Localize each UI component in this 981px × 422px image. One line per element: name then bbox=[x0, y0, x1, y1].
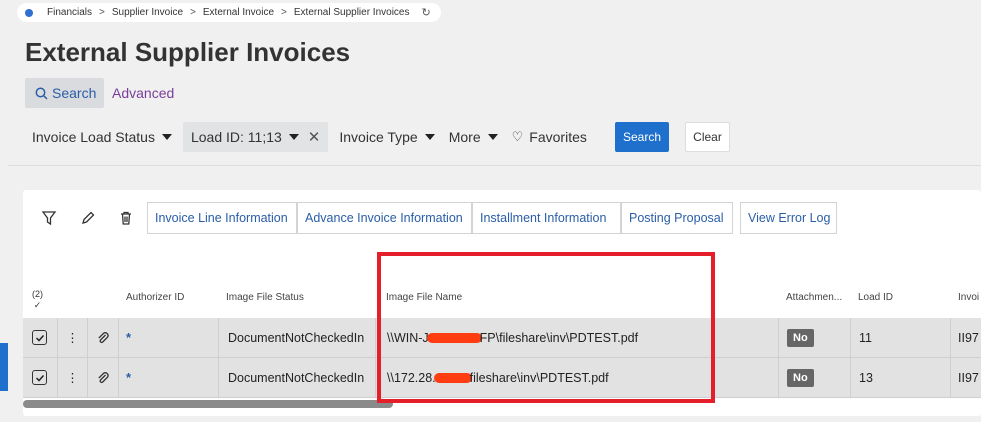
filter-bar: Invoice Load Status Load ID: 11;13 ✕ Invo… bbox=[25, 122, 594, 152]
page-title: External Supplier Invoices bbox=[25, 37, 351, 67]
redaction-mark bbox=[426, 332, 482, 343]
horizontal-scrollbar[interactable] bbox=[23, 400, 393, 408]
check-icon bbox=[35, 334, 44, 342]
column-header-image-file-name[interactable]: Image File Name bbox=[386, 292, 462, 303]
image-file-status-cell: DocumentNotCheckedIn bbox=[219, 318, 376, 357]
column-header-invoice[interactable]: Invoi bbox=[958, 292, 979, 303]
check-icon bbox=[35, 374, 44, 382]
tab-search[interactable]: Search bbox=[25, 78, 104, 108]
caret-down-icon bbox=[487, 134, 498, 140]
close-icon[interactable]: ✕ bbox=[308, 128, 321, 146]
row-menu-icon[interactable]: ⋮ bbox=[58, 358, 88, 397]
invoice-cell: II97 bbox=[958, 370, 979, 385]
advance-invoice-information-button[interactable]: Advance Invoice Information bbox=[297, 202, 472, 234]
home-dot-icon[interactable] bbox=[25, 8, 33, 17]
load-id-cell: 11 bbox=[851, 318, 951, 357]
checkbox-checked[interactable] bbox=[32, 370, 47, 385]
heart-icon: ♡ bbox=[511, 129, 524, 144]
filter-icon[interactable] bbox=[40, 209, 58, 227]
favorites-button[interactable]: ♡ Favorites bbox=[505, 122, 594, 152]
breadcrumb-external-invoice[interactable]: External Invoice bbox=[203, 7, 274, 18]
trash-icon[interactable] bbox=[117, 209, 135, 227]
chevron-right-icon: > bbox=[281, 7, 287, 18]
caret-down-icon bbox=[161, 134, 172, 140]
invoice-load-status-filter[interactable]: Invoice Load Status bbox=[25, 122, 179, 152]
check-icon: ✓ bbox=[33, 300, 42, 310]
search-button[interactable]: Search bbox=[615, 122, 669, 152]
caret-down-icon bbox=[424, 134, 435, 140]
redaction-mark bbox=[433, 372, 472, 383]
refresh-icon[interactable]: ↻ bbox=[422, 6, 431, 19]
breadcrumb: Financials > Supplier Invoice > External… bbox=[17, 3, 441, 22]
breadcrumb-supplier-invoice[interactable]: Supplier Invoice bbox=[112, 7, 183, 18]
chevron-right-icon: > bbox=[99, 7, 105, 18]
installment-information-button[interactable]: Installment Information bbox=[472, 202, 621, 234]
authorizer-id-cell: * bbox=[119, 358, 219, 397]
posting-proposal-button[interactable]: Posting Proposal bbox=[621, 202, 733, 234]
row-select[interactable] bbox=[23, 358, 58, 397]
attachment-badge: No bbox=[787, 328, 814, 347]
invoice-line-information-button[interactable]: Invoice Line Information bbox=[147, 202, 297, 234]
grid-toolbar: Invoice Line Information Advance Invoice… bbox=[23, 202, 981, 234]
search-icon bbox=[35, 87, 48, 100]
image-file-name-cell: \\172.28. fileshare\inv\PDTEST.pdf bbox=[376, 358, 779, 397]
image-file-status-cell: DocumentNotCheckedIn bbox=[219, 358, 376, 397]
invoice-type-filter[interactable]: Invoice Type bbox=[332, 122, 441, 152]
tab-search-label: Search bbox=[52, 85, 97, 101]
row-menu-icon[interactable]: ⋮ bbox=[58, 318, 88, 357]
column-header-attachments[interactable]: Attachmen... bbox=[786, 292, 842, 303]
row-select[interactable] bbox=[23, 318, 58, 357]
left-accent-bar bbox=[0, 343, 8, 391]
attachment-cell: No bbox=[779, 318, 851, 357]
tab-advanced[interactable]: Advanced bbox=[112, 85, 174, 101]
invoice-cell: II97 bbox=[958, 330, 979, 345]
load-id-cell: 13 bbox=[851, 358, 951, 397]
column-header-load-id[interactable]: Load ID bbox=[858, 292, 893, 303]
breadcrumb-current: External Supplier Invoices bbox=[293, 7, 410, 18]
paperclip-icon[interactable] bbox=[88, 318, 119, 357]
selected-count[interactable]: (2) ✓ bbox=[32, 289, 43, 311]
clear-button[interactable]: Clear bbox=[685, 122, 730, 152]
column-header-image-file-status[interactable]: Image File Status bbox=[226, 292, 304, 303]
paperclip-icon[interactable] bbox=[88, 358, 119, 397]
load-id-filter[interactable]: Load ID: 11;13 ✕ bbox=[182, 122, 329, 152]
chevron-right-icon: > bbox=[190, 7, 196, 18]
attachment-cell: No bbox=[779, 358, 851, 397]
checkbox-checked[interactable] bbox=[32, 330, 47, 345]
table-row[interactable]: ⋮ * DocumentNotCheckedIn \\172.28. filesh… bbox=[23, 358, 981, 398]
edit-pencil-icon[interactable] bbox=[79, 209, 97, 227]
table-row[interactable]: ⋮ * DocumentNotCheckedIn \\WIN-J FP\files… bbox=[23, 318, 981, 358]
breadcrumb-financials[interactable]: Financials bbox=[47, 7, 92, 18]
authorizer-id-cell: * bbox=[119, 318, 219, 357]
attachment-badge: No bbox=[787, 368, 814, 387]
caret-down-icon bbox=[288, 134, 299, 140]
divider bbox=[8, 165, 981, 166]
invoice-grid: Invoice Line Information Advance Invoice… bbox=[23, 190, 981, 416]
image-file-name-cell: \\WIN-J FP\fileshare\inv\PDTEST.pdf bbox=[376, 318, 779, 357]
column-header-authorizer-id[interactable]: Authorizer ID bbox=[126, 292, 184, 303]
view-error-log-button[interactable]: View Error Log bbox=[740, 202, 837, 234]
more-filter[interactable]: More bbox=[442, 122, 505, 152]
